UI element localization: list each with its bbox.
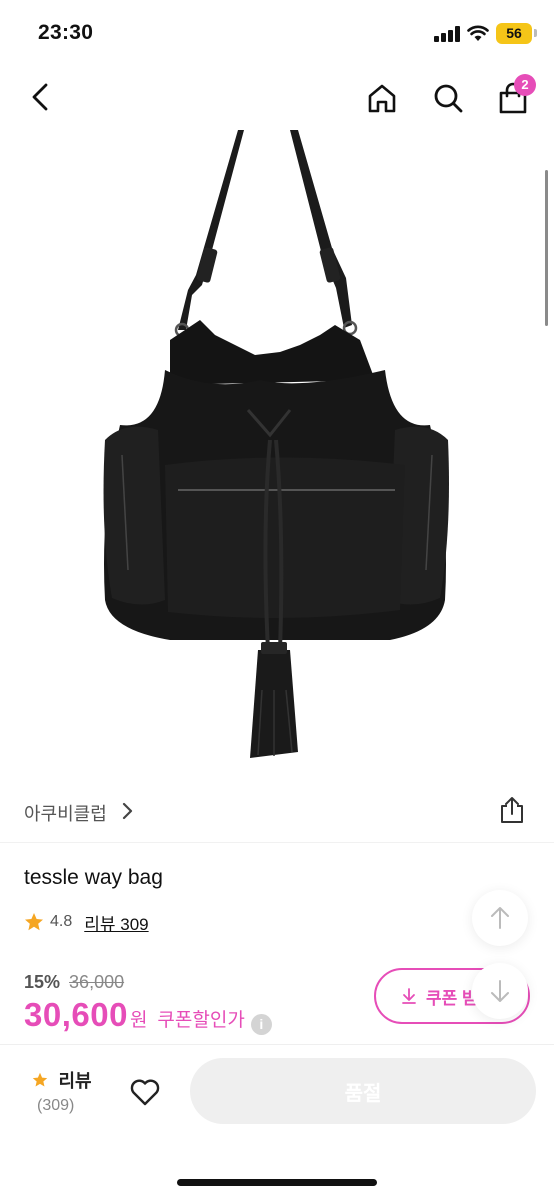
product-image[interactable] <box>0 130 554 770</box>
share-button[interactable] <box>496 794 528 826</box>
scroll-bottom-button[interactable] <box>472 963 528 1019</box>
review-summary[interactable]: 리뷰 <box>32 1067 92 1093</box>
home-icon <box>368 84 396 113</box>
coupon-price-label: 쿠폰할인가 <box>157 1010 245 1031</box>
review-label: 리뷰 <box>58 1071 92 1091</box>
home-button[interactable] <box>362 78 402 118</box>
sold-out-button[interactable]: 품절 <box>190 1058 536 1124</box>
review-count-link[interactable]: 리뷰 309 <box>84 910 148 935</box>
arrow-up-icon <box>491 907 509 929</box>
chevron-right-icon <box>122 802 133 820</box>
product-detail-page: 23:30 56 2 아쿠비클럽 tessle way bag 4.8 리뷰 3… <box>0 0 554 1200</box>
discount-rate: 15% <box>24 972 61 992</box>
cellular-signal-icon <box>434 26 460 42</box>
sale-price: 30,600 <box>24 996 128 1033</box>
original-price: 36,000 <box>69 972 125 992</box>
status-time: 23:30 <box>38 21 94 44</box>
top-navigation <box>0 64 554 130</box>
heart-icon <box>130 1079 160 1106</box>
download-icon <box>402 988 416 1004</box>
chevron-left-icon <box>32 83 48 111</box>
search-button[interactable] <box>428 78 468 118</box>
scroll-top-button[interactable] <box>472 890 528 946</box>
star-icon <box>32 1072 48 1087</box>
rating-value: 4.8 <box>50 913 73 930</box>
product-title: tessle way bag <box>24 866 163 889</box>
brand-name[interactable]: 아쿠비클럽 <box>24 800 107 826</box>
cart-count-badge: 2 <box>514 74 536 96</box>
share-icon <box>501 797 523 823</box>
arrow-down-icon <box>491 980 509 1002</box>
image-scrollbar[interactable] <box>545 170 548 326</box>
status-bar: 23:30 56 <box>0 0 554 64</box>
sale-row: 30,600 원 쿠폰할인가 i <box>24 996 272 1035</box>
rating-row: 4.8 리뷰 309 <box>24 910 149 934</box>
price-area: 15% 36,000 30,600 원 쿠폰할인가 i <box>24 972 364 1035</box>
bottom-action-bar: 리뷰 (309) 품절 <box>0 1044 554 1200</box>
star-icon <box>25 913 43 931</box>
section-divider <box>0 842 554 843</box>
battery-tip <box>534 29 537 37</box>
product-bag-image <box>103 130 449 758</box>
discount-row: 15% 36,000 <box>24 972 364 996</box>
search-icon <box>434 84 463 113</box>
battery-indicator: 56 <box>496 23 532 44</box>
review-count: (309) <box>37 1097 75 1114</box>
brand-row[interactable]: 아쿠비클럽 <box>0 788 554 834</box>
wifi-icon <box>467 25 489 41</box>
home-indicator <box>177 1179 377 1186</box>
currency-unit: 원 <box>129 1010 148 1031</box>
info-icon[interactable]: i <box>250 1014 272 1035</box>
back-button[interactable] <box>22 78 60 116</box>
wishlist-button[interactable] <box>126 1073 164 1111</box>
